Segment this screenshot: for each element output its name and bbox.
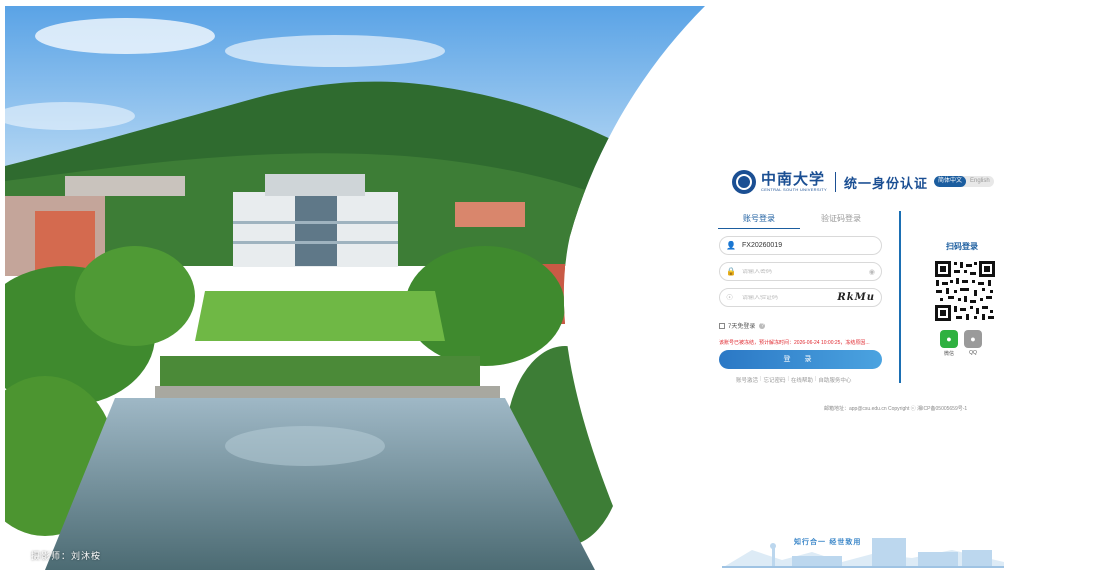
wechat-option[interactable]: ● 微信 [940, 330, 958, 357]
captcha-image[interactable]: RkMu [837, 292, 875, 303]
brand-divider [834, 172, 836, 192]
campus-photo-illustration [5, 6, 705, 570]
qq-icon[interactable]: ● [964, 330, 982, 348]
login-tabs: 账号登录 验证码登录 [718, 213, 882, 229]
university-motto: 知行合一 经世致用 [794, 537, 862, 546]
photo-credit: 摄影师：刘沐桉 [31, 552, 102, 562]
username-field[interactable]: 👤 FX20260019 [719, 236, 882, 255]
brand-header: 中南大学 CENTRAL SOUTH UNIVERSITY 统一身份认证 [732, 168, 928, 196]
tab-code-login[interactable]: 验证码登录 [800, 213, 882, 229]
username-value[interactable]: FX20260019 [742, 242, 875, 249]
auxiliary-links: 账号激活 | 忘记密码 | 在线帮助 | 自助服务中心 [734, 376, 853, 384]
remember-me[interactable]: 7天免登录 ? [719, 321, 766, 330]
university-name: 中南大学 CENTRAL SOUTH UNIVERSITY [761, 171, 827, 193]
qq-label: QQ [969, 350, 977, 356]
language-zh-button[interactable]: 简体中文 [934, 176, 967, 187]
qr-code[interactable] [934, 260, 996, 322]
qr-code-image [934, 260, 996, 322]
shield-icon: ☉ [726, 293, 734, 302]
link-self-service[interactable]: 自助服务中心 [816, 376, 853, 384]
copyright-footer: 邮箱地址：app@csu.edu.cn Copyright ⓒ 湘ICP备050… [824, 406, 968, 412]
remember-checkbox[interactable] [719, 322, 725, 329]
tab-account-login[interactable]: 账号登录 [718, 213, 800, 229]
language-toggle[interactable]: 简体中文 English [934, 176, 994, 187]
campus-skyline-illustration [722, 538, 1004, 568]
link-forgot-password[interactable]: 忘记密码 [761, 376, 787, 384]
university-logo-icon [732, 170, 756, 194]
help-icon[interactable]: ? [759, 322, 766, 329]
eye-icon[interactable]: ◉ [869, 268, 875, 276]
account-warning: 该账号已被冻结，预计解冻时间：2026-06-24 10:00:25，冻结原因.… [719, 340, 870, 346]
user-icon: 👤 [726, 241, 736, 250]
wechat-label: 微信 [943, 351, 954, 357]
link-activate-account[interactable]: 账号激活 [734, 376, 760, 384]
login-page: 摄影师：刘沐桉 中南大学 CENTRAL SOUTH UNIVERSITY 统一… [0, 0, 1119, 575]
password-input[interactable] [742, 268, 869, 275]
login-button[interactable]: 登 录 [719, 350, 882, 369]
system-title: 统一身份认证 [843, 175, 928, 191]
university-name-en: CENTRAL SOUTH UNIVERSITY [761, 187, 827, 192]
qr-login-title: 扫码登录 [946, 242, 978, 251]
language-en-button[interactable]: English [966, 176, 994, 187]
captcha-input[interactable] [742, 294, 838, 301]
university-name-cn: 中南大学 [761, 170, 826, 188]
panel-divider [899, 211, 901, 383]
password-field[interactable]: 🔒 ◉ [719, 262, 882, 281]
campus-photo: 摄影师：刘沐桉 [5, 6, 705, 570]
captcha-field[interactable]: ☉ RkMu [719, 288, 882, 307]
qq-option[interactable]: ● QQ [964, 330, 982, 357]
link-online-help[interactable]: 在线帮助 [789, 376, 815, 384]
wechat-icon[interactable]: ● [940, 330, 958, 348]
remember-label: 7天免登录 [728, 324, 756, 330]
qr-options: ● 微信 ● QQ [940, 330, 982, 357]
lock-icon: 🔒 [726, 267, 736, 276]
